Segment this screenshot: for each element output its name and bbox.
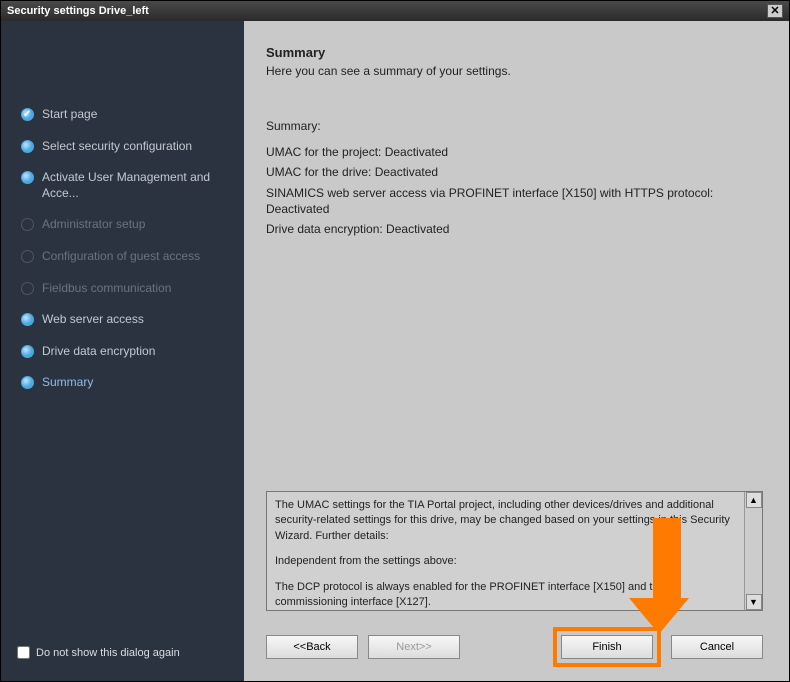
summary-line: Drive data encryption: Deactivated	[266, 221, 763, 237]
page-subtitle: Here you can see a summary of your setti…	[266, 64, 763, 78]
sidebar-item-label: Administrator setup	[42, 217, 145, 233]
details-paragraph: Independent from the settings above:	[275, 554, 736, 569]
scroll-up-button[interactable]: ▲	[746, 492, 762, 508]
close-button[interactable]: ✕	[767, 4, 783, 18]
back-button[interactable]: <<Back	[266, 635, 358, 659]
window-title: Security settings Drive_left	[7, 5, 149, 17]
sidebar-item: Fieldbus communication	[1, 273, 244, 305]
sidebar-item[interactable]: Web server access	[1, 304, 244, 336]
step-indicator-icon	[21, 376, 34, 389]
summary-line: UMAC for the project: Deactivated	[266, 144, 763, 160]
sidebar-item[interactable]: Start page	[1, 99, 244, 131]
dont-show-label: Do not show this dialog again	[36, 647, 180, 659]
step-indicator-icon	[21, 108, 34, 121]
summary-line: SINAMICS web server access via PROFINET …	[266, 185, 763, 217]
titlebar: Security settings Drive_left ✕	[1, 1, 789, 21]
sidebar-item-label: Select security configuration	[42, 139, 192, 155]
step-indicator-icon	[21, 313, 34, 326]
sidebar-item[interactable]: Select security configuration	[1, 131, 244, 163]
details-textbox: The UMAC settings for the TIA Portal pro…	[266, 491, 763, 611]
details-paragraph: The UMAC settings for the TIA Portal pro…	[275, 498, 736, 544]
details-paragraph: The DCP protocol is always enabled for t…	[275, 580, 736, 610]
sidebar-item[interactable]: Summary	[1, 367, 244, 399]
wizard-sidebar: Start page Select security configuration A…	[1, 21, 244, 681]
step-indicator-icon	[21, 250, 34, 263]
summary-line: UMAC for the drive: Deactivated	[266, 164, 763, 180]
step-indicator-icon	[21, 345, 34, 358]
scrollbar[interactable]: ▲ ▼	[744, 492, 762, 610]
step-indicator-icon	[21, 282, 34, 295]
finish-highlight: Finish	[553, 627, 661, 667]
scroll-down-button[interactable]: ▼	[746, 594, 762, 610]
step-indicator-icon	[21, 140, 34, 153]
sidebar-item-label: Configuration of guest access	[42, 249, 200, 265]
summary-header: Summary:	[266, 118, 763, 134]
finish-button[interactable]: Finish	[561, 635, 653, 659]
sidebar-item: Administrator setup	[1, 209, 244, 241]
step-indicator-icon	[21, 171, 34, 184]
dont-show-checkbox[interactable]	[17, 646, 30, 659]
sidebar-item: Configuration of guest access	[1, 241, 244, 273]
cancel-button[interactable]: Cancel	[671, 635, 763, 659]
sidebar-item-label: Web server access	[42, 312, 144, 328]
page-title: Summary	[266, 45, 763, 60]
sidebar-item-label: Fieldbus communication	[42, 281, 171, 297]
sidebar-item-label: Summary	[42, 375, 93, 391]
main-panel: Summary Here you can see a summary of yo…	[244, 21, 789, 681]
sidebar-item-label: Drive data encryption	[42, 344, 155, 360]
sidebar-item[interactable]: Drive data encryption	[1, 336, 244, 368]
sidebar-item-label: Start page	[42, 107, 97, 123]
next-button: Next>>	[368, 635, 460, 659]
sidebar-item[interactable]: Activate User Management and Acce...	[1, 162, 244, 209]
sidebar-item-label: Activate User Management and Acce...	[42, 170, 224, 201]
step-indicator-icon	[21, 218, 34, 231]
